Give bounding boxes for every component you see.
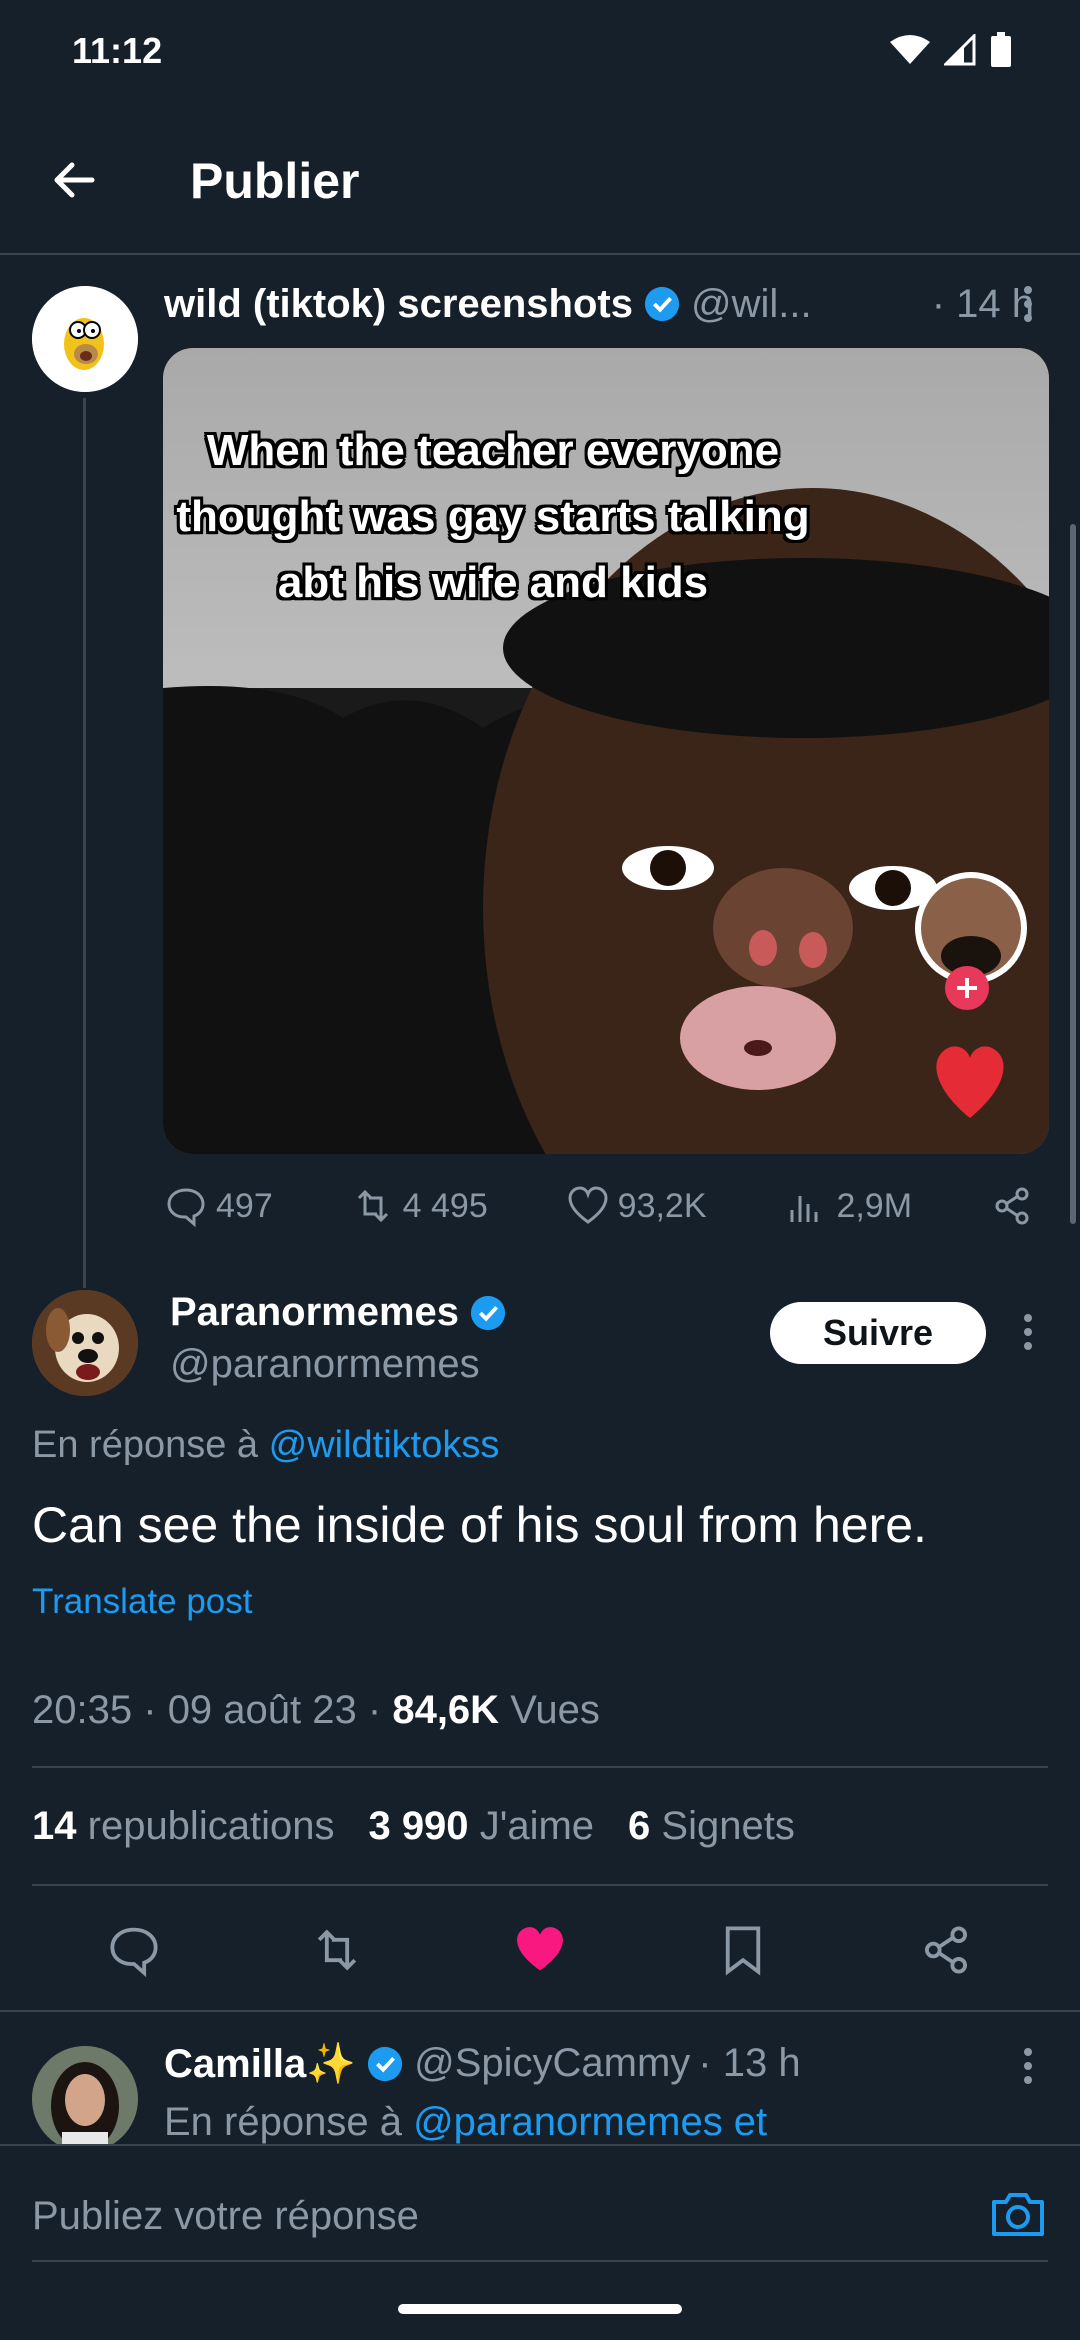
reply-context: En réponse à @wildtiktokss (32, 1424, 499, 1467)
likes-count: 3 990 (368, 1804, 469, 1848)
likes-label: J'aime (479, 1804, 595, 1848)
separator: · (367, 1688, 382, 1732)
bookmarks-label: Signets (661, 1804, 795, 1848)
compose-divider (32, 2260, 1048, 2262)
bookmarks-count: 6 (628, 1804, 651, 1848)
reply-to-link[interactable]: @paranormemes et (413, 2100, 767, 2144)
bookmarks-stat[interactable]: 6 Signets (628, 1804, 795, 1849)
reposts-stat[interactable]: 14 republications (32, 1804, 334, 1849)
add-photo-button[interactable] (988, 2184, 1048, 2244)
reply-to-link[interactable]: @wildtiktokss (269, 1424, 500, 1466)
reply-input[interactable]: Publiez votre réponse (32, 2186, 952, 2246)
reply-context: En réponse à @paranormemes et (164, 2100, 767, 2145)
author-handle[interactable]: @SpicyCammy (414, 2041, 690, 2086)
status-icons (890, 32, 1012, 68)
back-button[interactable] (44, 150, 104, 210)
follow-button[interactable]: Suivre (770, 1302, 986, 1364)
camera-icon (992, 2193, 1044, 2236)
home-indicator[interactable] (398, 2304, 682, 2314)
media-caption: When the teacher everyone thought was ga… (176, 426, 810, 607)
share-icon[interactable] (918, 1922, 974, 1978)
reply-prefix: En réponse à (164, 2100, 402, 2144)
repost-action[interactable]: 4 495 (351, 1184, 488, 1228)
reposts-count: 14 (32, 1804, 77, 1848)
views-label: Vues (510, 1688, 600, 1732)
share-icon (995, 1187, 1029, 1225)
repost-count: 4 495 (402, 1186, 488, 1225)
wifi-icon (890, 35, 930, 64)
more-options-button[interactable] (1010, 282, 1046, 326)
divider (32, 1766, 1048, 1768)
post-time: · 13 h (698, 2041, 801, 2085)
more-options-button[interactable] (1010, 1310, 1046, 1354)
more-vertical-icon (1024, 2048, 1032, 2084)
avatar[interactable] (32, 1290, 138, 1396)
views-count: 2,9M (836, 1186, 913, 1225)
comment-icon[interactable] (106, 1922, 162, 1978)
divider (0, 2010, 1080, 2012)
header-divider (0, 253, 1080, 255)
post-header: Camilla✨ @SpicyCammy · 13 h (164, 2040, 1004, 2087)
dog-avatar-icon (32, 1290, 138, 1396)
likes-stat[interactable]: 3 990 J'aime (368, 1804, 594, 1849)
heart-icon (568, 1186, 608, 1224)
author-handle[interactable]: @wil... (691, 282, 812, 327)
main-post-actions (32, 1918, 1048, 1982)
post-meta: 20:35 · 09 août 23 · 84,6K Vues (32, 1688, 600, 1733)
verified-badge-icon (644, 286, 680, 322)
app-header (0, 120, 1080, 255)
arrow-left-icon (54, 162, 95, 198)
post-stats: 14 republications 3 990 J'aime 6 Signets (32, 1804, 795, 1849)
battery-icon (991, 32, 1011, 67)
page-title: Publier (190, 153, 360, 209)
avatar[interactable] (32, 286, 138, 392)
comment-icon (167, 1188, 205, 1228)
post-actions: 497 4 495 93,2K 2,9M (164, 1178, 1034, 1234)
status-time: 11:12 (72, 30, 163, 71)
bookmark-icon[interactable] (715, 1922, 771, 1978)
scrollbar[interactable] (1070, 524, 1076, 1224)
thread-line (83, 398, 86, 1288)
like-action[interactable]: 93,2K (566, 1184, 707, 1228)
more-vertical-icon (1024, 286, 1032, 322)
author-name[interactable]: wild (tiktok) screenshots (164, 282, 633, 327)
reply-prefix: En réponse à (32, 1424, 259, 1466)
reply-action[interactable]: 497 (164, 1184, 273, 1228)
post-text: Can see the inside of his soul from here… (32, 1497, 927, 1553)
separator: · (143, 1688, 157, 1732)
reposts-label: republications (87, 1804, 335, 1848)
cartoon-avatar-icon (32, 286, 138, 392)
views-count: 84,6K (392, 1688, 500, 1732)
verified-badge-icon (470, 1295, 506, 1330)
share-action[interactable] (990, 1184, 1034, 1228)
avatar[interactable] (32, 2046, 138, 2152)
like-count: 93,2K (617, 1186, 707, 1225)
post-media-video[interactable]: When the teacher everyone thought was ga… (163, 348, 1049, 1154)
more-options-button[interactable] (1010, 2044, 1046, 2088)
divider (32, 1884, 1048, 1886)
views-action[interactable]: 2,9M (784, 1184, 912, 1228)
author-handle[interactable]: @paranormemes (170, 1342, 480, 1387)
views-chart-icon (790, 1196, 818, 1222)
post-time: 20:35 (32, 1688, 133, 1732)
person-avatar-icon (32, 2046, 138, 2152)
translate-post-link[interactable]: Translate post (32, 1582, 252, 1622)
verified-badge-icon (367, 2046, 403, 2081)
author-name[interactable]: Paranormemes (170, 1290, 459, 1335)
post-date: 09 août 23 (167, 1688, 357, 1732)
heart-filled-icon[interactable] (512, 1922, 568, 1978)
more-vertical-icon (1024, 1314, 1032, 1350)
reply-count: 497 (216, 1186, 273, 1225)
post-header: wild (tiktok) screenshots @wil... · 14 h (164, 278, 1034, 330)
author-name[interactable]: Camilla✨ (164, 2040, 356, 2087)
author-name-row: Paranormemes (170, 1290, 517, 1335)
repost-icon (357, 1189, 388, 1223)
repost-icon[interactable] (309, 1922, 365, 1978)
signal-icon (944, 34, 976, 66)
